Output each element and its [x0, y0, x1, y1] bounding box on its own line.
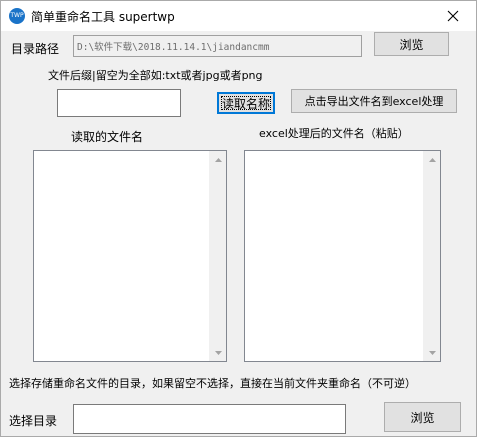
app-logo-icon: TWP: [9, 8, 25, 24]
read-names-button[interactable]: 读取名称: [217, 92, 275, 114]
chevron-down-icon: [215, 350, 222, 355]
left-list-scrollbar[interactable]: [209, 151, 226, 361]
right-scroll-up-button[interactable]: [424, 151, 441, 168]
save-dir-hint: 选择存储重命名文件的目录，如果留空不选择，直接在当前文件夹重命名（不可逆）: [9, 377, 416, 390]
close-icon: [447, 10, 459, 22]
dir-path-label: 目录路径: [11, 42, 60, 56]
chevron-up-icon: [429, 157, 436, 162]
title-bar: TWP 简单重命名工具 supertwp: [1, 1, 476, 31]
chevron-down-icon: [429, 350, 436, 355]
suffix-label: 文件后缀|留空为全部如:txt或者jpg或者png: [48, 69, 263, 82]
right-scroll-down-button[interactable]: [424, 344, 441, 361]
left-scroll-down-button[interactable]: [210, 344, 227, 361]
dir-path-input[interactable]: D:\软件下载\2018.11.14.1\jiandancmm: [73, 35, 362, 57]
chevron-up-icon: [215, 157, 222, 162]
save-browse-button[interactable]: 浏览: [384, 402, 461, 432]
processed-names-header: excel处理后的文件名（粘贴）: [259, 127, 409, 140]
browse-button-label: 浏览: [399, 37, 424, 52]
processed-names-list[interactable]: [244, 150, 441, 362]
read-names-list[interactable]: [33, 150, 227, 362]
focus-ring: [221, 96, 271, 110]
window-title: 简单重命名工具 supertwp: [31, 10, 175, 24]
dir-path-value: D:\软件下载\2018.11.14.1\jiandancmm: [77, 42, 270, 53]
right-list-scrollbar[interactable]: [423, 151, 440, 361]
app-window: TWP 简单重命名工具 supertwp 目录路径 D:\软件下载\2018.1…: [0, 0, 477, 437]
export-excel-button[interactable]: 点击导出文件名到excel处理: [291, 89, 457, 113]
browse-button[interactable]: 浏览: [374, 32, 449, 56]
export-excel-label: 点击导出文件名到excel处理: [304, 95, 444, 108]
select-dir-label: 选择目录: [9, 414, 58, 428]
close-button[interactable]: [430, 1, 476, 31]
read-names-header: 读取的文件名: [71, 130, 144, 144]
save-dir-input[interactable]: [73, 404, 346, 434]
suffix-input[interactable]: [57, 89, 181, 117]
save-browse-label: 浏览: [410, 410, 435, 425]
left-scroll-up-button[interactable]: [210, 151, 227, 168]
